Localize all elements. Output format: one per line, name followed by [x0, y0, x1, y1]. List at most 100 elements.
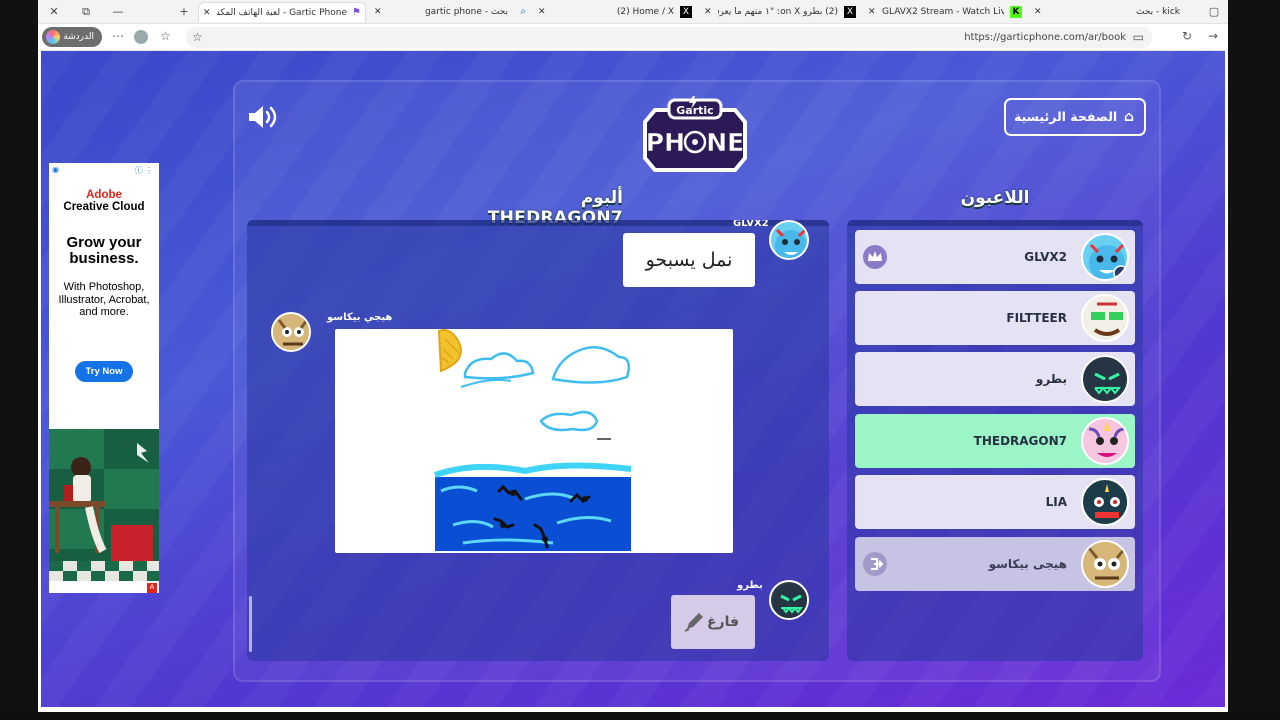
ad-info-icon[interactable]: ⓘ ⋮: [135, 165, 153, 176]
tab-title: gartic phone - بحث: [424, 7, 508, 17]
text-entry-bubble: نمل يسبحو: [623, 233, 755, 287]
avatar: [1081, 233, 1129, 281]
search-icon: ⌕: [520, 6, 526, 17]
ad-brand-line1: Adobe: [86, 189, 122, 201]
x-logo-icon: X: [844, 6, 856, 18]
home-icon: ⌂: [1123, 109, 1134, 125]
avatar: [271, 312, 311, 352]
gartic-favicon: ⚑: [352, 7, 361, 18]
restore-icon[interactable]: ⧉: [78, 4, 94, 20]
crown-icon: [863, 245, 887, 269]
ad-headline: Grow your business.: [66, 234, 142, 267]
players-title: اللاعبون: [960, 188, 1030, 208]
ad-photo-illustration: [49, 429, 159, 581]
gartic-phone-logo: Gartic PHONE: [643, 96, 747, 172]
tab-close-icon[interactable]: ✕: [704, 2, 712, 22]
tab-title: (2) بطرو on X: "١ منهم ما يعرفها إلا: [718, 7, 838, 17]
player-name: GLVX2: [1024, 250, 1067, 264]
favorites-icon[interactable]: ☆: [160, 29, 171, 43]
album-entry-username: GLVX2: [733, 220, 769, 229]
x-logo-icon: X: [680, 6, 692, 18]
ad-body: With Photoshop, Illustrator, Acrobat, an…: [58, 281, 150, 318]
player-name: FILTTEER: [1006, 311, 1067, 325]
album-scrollbar[interactable]: [249, 596, 252, 652]
players-panel: GLVX2 FILTTEER بطرو THEDRAGON7 LIA هيجى …: [847, 220, 1143, 661]
ad-try-now-button[interactable]: Try Now: [75, 361, 133, 382]
leave-icon: [863, 552, 887, 576]
ad-content: ◉ ⓘ ⋮ Adobe Creative Cloud Grow your bus…: [49, 163, 159, 429]
profile-avatar[interactable]: [134, 30, 148, 44]
new-tab-icon[interactable]: +: [176, 4, 192, 20]
tab-title: (2) Home / X: [616, 7, 674, 17]
volume-icon[interactable]: [247, 103, 279, 131]
copilot-label: الدردشة: [63, 32, 94, 42]
tab-title: GLAVX2 Stream - Watch Live on K: [882, 7, 1004, 17]
tab-x-post[interactable]: ✕ (2) بطرو on X: "١ منهم ما يعرفها إلا X: [700, 2, 860, 22]
pencil-icon: [684, 613, 703, 632]
url-text: https://garticphone.com/ar/book: [964, 32, 1126, 43]
url-field[interactable]: ☆ https://garticphone.com/ar/book ▭: [186, 27, 1152, 48]
tab-actions-icon[interactable]: ▢: [1206, 4, 1222, 20]
player-row[interactable]: بطرو: [855, 352, 1135, 406]
ad-photo: [49, 429, 159, 581]
tab-gartic[interactable]: ✕ Gartic Phone - لعبة الهاتف المكسور ⚑: [198, 2, 366, 22]
tab-kick-search[interactable]: ✕ kick - بحث: [1030, 2, 1190, 22]
album-entry-username: بطرو: [737, 580, 763, 591]
player-name: هيجى بيكاسو: [988, 557, 1067, 571]
taskbar: [0, 712, 1280, 720]
forward-icon[interactable]: →: [1208, 29, 1218, 43]
adobe-ad[interactable]: ◉ ⓘ ⋮ Adobe Creative Cloud Grow your bus…: [49, 163, 159, 593]
ad-brand-line2: Creative Cloud: [63, 201, 145, 213]
logo-gartic-text: Gartic: [676, 104, 713, 117]
tab-bar: ✕ ⧉ — + ✕ Gartic Phone - لعبة الهاتف الم…: [38, 0, 1228, 24]
refresh-icon[interactable]: ↻: [1182, 29, 1192, 43]
home-button[interactable]: الصفحة الرئيسية ⌂: [1004, 98, 1146, 136]
reader-mode-icon[interactable]: ▭: [1133, 27, 1144, 48]
player-row-current[interactable]: THEDRAGON7: [855, 414, 1135, 468]
avatar: [1081, 478, 1129, 526]
home-button-label: الصفحة الرئيسية: [1014, 109, 1118, 124]
player-row-left[interactable]: هيجى بيكاسو: [855, 537, 1135, 591]
ad-brand: Adobe Creative Cloud: [49, 189, 159, 213]
tab-close-icon[interactable]: ✕: [203, 3, 211, 22]
more-icon[interactable]: ⋯: [112, 29, 124, 43]
browser-window: ✕ ⧉ — + ✕ Gartic Phone - لعبة الهاتف الم…: [38, 0, 1228, 712]
kick-logo-icon: K: [1010, 6, 1022, 18]
avatar: [1081, 355, 1129, 403]
minimize-icon[interactable]: —: [110, 4, 126, 20]
album-entry-username: هيجي بيكاسو: [327, 312, 393, 323]
tab-search-gartic[interactable]: ✕ gartic phone - بحث ⌕: [370, 2, 530, 22]
avatar: [1081, 294, 1129, 342]
player-row[interactable]: GLVX2: [855, 230, 1135, 284]
close-window-icon[interactable]: ✕: [46, 4, 62, 20]
player-name: بطرو: [1035, 372, 1067, 386]
ad-badge-icon: ◉: [52, 165, 59, 174]
avatar: [1081, 540, 1129, 588]
tab-close-icon[interactable]: ✕: [868, 2, 876, 22]
empty-entry-label: فارغ: [706, 614, 739, 630]
drawing-entry: [335, 329, 733, 553]
add-favorite-icon[interactable]: ☆: [192, 27, 203, 48]
drawing-canvas: [434, 329, 632, 551]
avatar: [769, 580, 809, 620]
player-name: LIA: [1045, 495, 1067, 509]
avatar: [1081, 417, 1129, 465]
gartic-page: ◉ ⓘ ⋮ Adobe Creative Cloud Grow your bus…: [41, 51, 1225, 707]
tab-close-icon[interactable]: ✕: [1034, 2, 1042, 22]
tab-title: Gartic Phone - لعبة الهاتف المكسور: [217, 8, 347, 18]
address-bar: الدردشة ⋯ ☆ ☆ https://garticphone.com/ar…: [38, 24, 1228, 51]
tab-title: kick - بحث: [1136, 7, 1180, 17]
tab-close-icon[interactable]: ✕: [374, 2, 382, 22]
player-row[interactable]: LIA: [855, 475, 1135, 529]
copilot-button[interactable]: الدردشة: [42, 27, 102, 47]
avatar: [769, 220, 809, 260]
empty-entry-bubble: فارغ: [671, 595, 755, 649]
album-panel[interactable]: GLVX2 نمل يسبحو هيجي بيكاسو بطرو فارغ: [247, 220, 829, 661]
tab-close-icon[interactable]: ✕: [538, 2, 546, 22]
tab-x-home[interactable]: ✕ (2) Home / X X: [534, 2, 696, 22]
player-name: THEDRAGON7: [973, 434, 1067, 448]
player-row[interactable]: FILTTEER: [855, 291, 1135, 345]
adchoices-icon[interactable]: A: [147, 583, 157, 593]
tab-kick-stream[interactable]: ✕ GLAVX2 Stream - Watch Live on K K: [864, 2, 1026, 22]
copilot-icon: [46, 30, 60, 44]
